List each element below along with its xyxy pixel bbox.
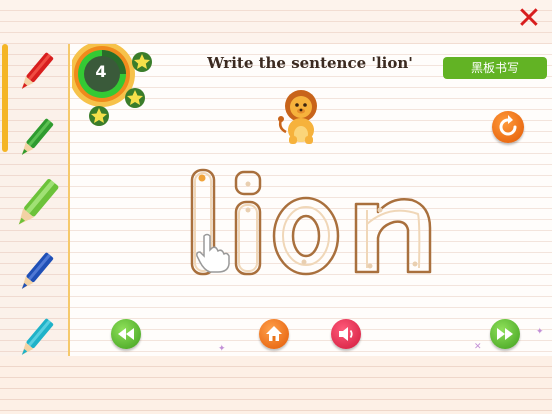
reload-button[interactable] [492,111,524,143]
home-button[interactable] [259,319,289,349]
sidebar-scrollbar[interactable] [2,44,8,152]
blue-pencil-icon[interactable] [12,248,60,296]
sparkle-icon: ✦ [218,344,226,354]
sound-button[interactable] [331,319,361,349]
rewind-icon [118,328,134,340]
previous-button[interactable] [111,319,141,349]
sound-icon [339,327,353,341]
hand-pointer-icon [196,233,230,273]
reload-icon [499,115,517,136]
green-pencil-icon[interactable] [12,114,60,162]
sparkle-icon: ✦ [536,327,544,337]
red-pencil-icon[interactable] [12,48,60,96]
close-icon[interactable]: ✕ [516,4,542,34]
page-title: Write the sentence 'lion' [207,54,413,72]
next-button[interactable] [490,319,520,349]
board-write-button[interactable]: 黑板书写 [443,57,547,79]
level-number: 4 [95,62,107,81]
star-icon [132,52,152,72]
forward-icon [497,328,513,340]
light-green-pencil-icon[interactable] [8,176,64,232]
bottom-band [0,356,552,414]
lion-icon [278,90,317,144]
level-badge-icon [72,44,152,126]
star-icon [125,88,145,108]
cyan-pencil-icon[interactable] [12,314,60,362]
sparkle-icon: ✕ [474,342,482,352]
star-icon [89,106,109,126]
home-icon [266,326,282,341]
